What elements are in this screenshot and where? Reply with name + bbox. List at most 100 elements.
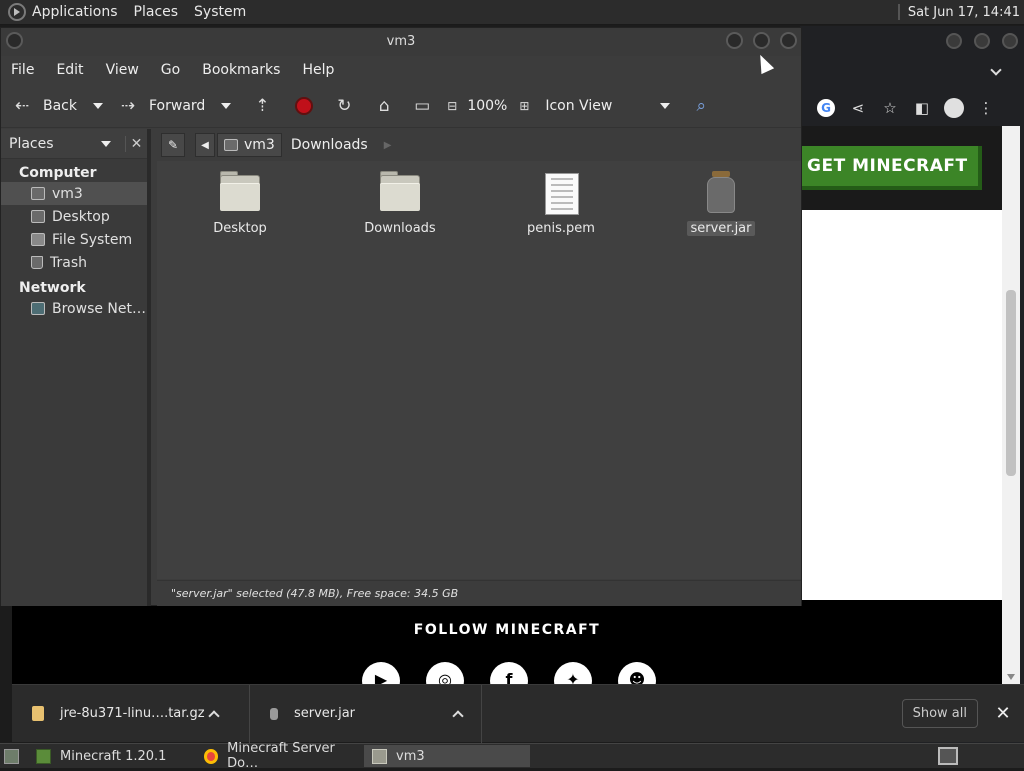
browser-maximize-button[interactable] <box>974 33 990 49</box>
chevron-up-icon[interactable] <box>452 710 464 722</box>
sidebar-mode-select[interactable]: Places <box>9 136 97 152</box>
network-icon <box>31 302 45 315</box>
file-item-server-jar[interactable]: server.jar <box>661 171 781 236</box>
back-history-dropdown[interactable] <box>93 102 103 109</box>
minimize-button[interactable] <box>726 32 743 49</box>
zoom-level: 100% <box>467 97 508 114</box>
sidebar-item-trash[interactable]: Trash <box>1 251 147 274</box>
sidebar-item-vm3[interactable]: vm3 <box>1 182 147 205</box>
archive-file-icon <box>32 706 44 721</box>
sidebar-heading-computer: Computer <box>19 165 97 181</box>
google-lens-button[interactable]: G <box>816 98 836 118</box>
chevron-up-icon[interactable] <box>208 710 220 722</box>
bookmark-star-icon[interactable]: ☆ <box>880 98 900 118</box>
path-scroll-left-button[interactable]: ◀ <box>195 133 215 157</box>
places-menu[interactable]: Places <box>134 4 179 20</box>
browser-page: GET MINECRAFT <box>800 126 1002 626</box>
google-icon: G <box>817 99 835 117</box>
breadcrumb-downloads[interactable]: Downloads <box>283 133 375 157</box>
toggle-location-entry-button[interactable]: ✎ <box>161 133 185 157</box>
page-scrollbar[interactable] <box>1002 126 1020 684</box>
scrollbar-thumb[interactable] <box>1006 290 1016 476</box>
clock[interactable]: Sat Jun 17, 14:41 <box>908 5 1020 20</box>
menu-bookmarks[interactable]: Bookmarks <box>202 62 280 78</box>
system-logo-icon[interactable] <box>8 3 26 21</box>
toolbar: ⇠ Back ⇢ Forward ⇡ ↻ ⌂ ▭ ⊟ 100% ⊞ Icon V… <box>1 84 801 128</box>
browser-close-button[interactable] <box>1002 33 1018 49</box>
breadcrumb-vm3[interactable]: vm3 <box>217 133 282 157</box>
sidebar-item-label: vm3 <box>52 185 83 202</box>
stop-icon <box>295 96 314 115</box>
browser-minimize-button[interactable] <box>946 33 962 49</box>
view-mode-label: Icon View <box>545 97 613 114</box>
forward-history-dropdown[interactable] <box>221 102 232 109</box>
menu-help[interactable]: Help <box>302 62 334 78</box>
tab-search-chevron-icon[interactable] <box>990 64 1002 76</box>
panel-separator <box>897 4 900 20</box>
window-menu-button[interactable] <box>6 32 23 49</box>
computer-icon[interactable]: ▭ <box>411 95 433 117</box>
menu-view[interactable]: View <box>106 62 139 78</box>
sidebar-header: Places ✕ <box>1 129 147 159</box>
drive-icon <box>31 233 45 246</box>
task-chrome[interactable]: Minecraft Server Do… <box>196 741 364 771</box>
more-menu-icon[interactable]: ⋮ <box>976 98 996 118</box>
profile-button[interactable] <box>944 98 964 118</box>
sidebar-item-label: Desktop <box>52 208 110 225</box>
download-filename: server.jar <box>294 706 356 721</box>
zoom-out-icon[interactable]: ⊟ <box>441 95 463 117</box>
sidebar-item-desktop[interactable]: Desktop <box>1 205 147 228</box>
text-document-icon <box>539 171 583 215</box>
zoom-in-icon[interactable]: ⊞ <box>513 95 535 117</box>
menu-go[interactable]: Go <box>161 62 180 78</box>
window-titlebar[interactable]: vm3 <box>1 28 801 56</box>
show-all-button[interactable]: Show all <box>901 699 978 728</box>
share-icon[interactable]: ⋖ <box>848 98 868 118</box>
close-icon[interactable]: ✕ <box>988 703 1018 724</box>
file-name: server.jar <box>687 221 755 236</box>
reload-icon[interactable]: ↻ <box>333 95 355 117</box>
close-button[interactable] <box>780 32 797 49</box>
file-item-desktop[interactable]: Desktop <box>180 171 300 236</box>
maximize-button[interactable] <box>753 32 770 49</box>
file-icon-view[interactable]: Desktop Downloads penis.pem server.jar <box>157 161 801 579</box>
follow-heading: FOLLOW MINECRAFT <box>413 622 601 638</box>
scroll-down-arrow-icon[interactable] <box>1007 674 1015 680</box>
get-minecraft-button[interactable]: GET MINECRAFT <box>800 146 982 190</box>
applications-menu[interactable]: Applications <box>32 4 118 20</box>
system-menu[interactable]: System <box>194 4 246 20</box>
breadcrumb-label: Downloads <box>290 137 368 153</box>
up-arrow-icon[interactable]: ⇡ <box>251 95 273 117</box>
download-item-jre[interactable]: jre-8u371-linu….tar.gz <box>12 684 250 743</box>
folder-icon <box>378 171 422 215</box>
show-desktop-button[interactable] <box>0 745 28 767</box>
path-scroll-right-button[interactable]: ▶ <box>376 133 399 157</box>
sidebar-item-file-system[interactable]: File System <box>1 228 147 251</box>
browser-titlebar <box>800 26 1024 56</box>
workspace-switcher[interactable] <box>938 747 958 765</box>
back-label: Back <box>43 97 77 114</box>
file-item-downloads[interactable]: Downloads <box>340 171 460 236</box>
view-mode-select[interactable]: Icon View <box>545 97 671 114</box>
task-label: vm3 <box>396 748 425 764</box>
search-icon[interactable]: ⌕ <box>690 95 712 117</box>
forward-button[interactable]: ⇢ Forward <box>117 95 205 117</box>
folder-desktop-icon <box>218 171 262 215</box>
file-item-penis-pem[interactable]: penis.pem <box>501 171 621 236</box>
download-item-server-jar[interactable]: server.jar <box>250 684 482 743</box>
side-panel-icon[interactable]: ◧ <box>912 98 932 118</box>
task-minecraft[interactable]: Minecraft 1.20.1 <box>28 745 196 767</box>
stop-button[interactable] <box>293 95 315 117</box>
chevron-down-icon[interactable] <box>101 140 111 147</box>
menu-file[interactable]: File <box>11 62 34 78</box>
home-folder-icon <box>372 748 387 764</box>
home-icon[interactable]: ⌂ <box>373 95 395 117</box>
menu-edit[interactable]: Edit <box>56 62 83 78</box>
chevron-left-icon: ◀ <box>201 139 209 151</box>
sidebar-item-browse-network[interactable]: Browse Net… <box>1 297 147 320</box>
sidebar-item-label: Browse Net… <box>52 300 147 317</box>
back-button[interactable]: ⇠ Back <box>11 95 77 117</box>
close-sidebar-icon[interactable]: ✕ <box>125 135 147 152</box>
sidebar: Places ✕ Computer vm3 Desktop File Syste… <box>1 129 151 606</box>
task-vm3[interactable]: vm3 <box>364 745 530 767</box>
